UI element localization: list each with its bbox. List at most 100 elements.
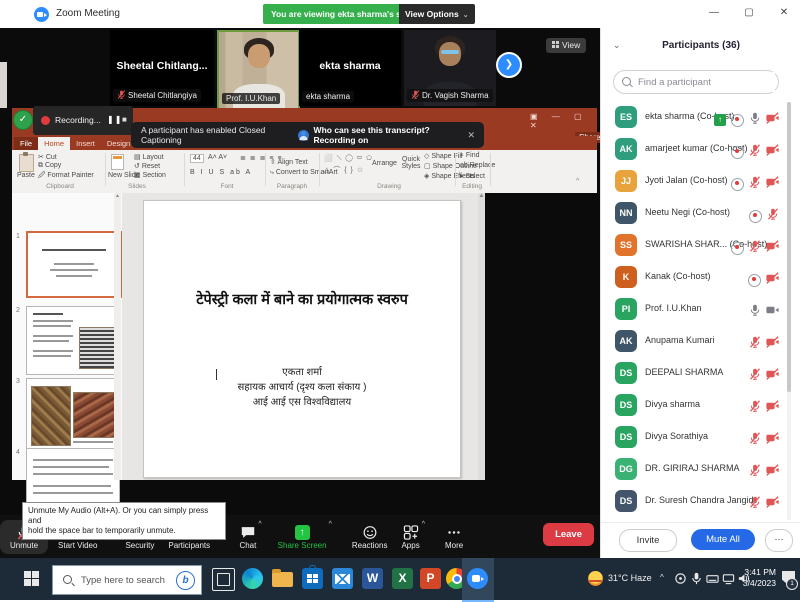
participant-row[interactable]: NNNeetu Negi (Co-host) [601,198,793,230]
excel-icon[interactable]: X [392,568,413,589]
weather-icon[interactable] [588,571,603,586]
taskbar-search[interactable]: b [52,565,202,595]
reactions-button[interactable]: Reactions [352,524,388,550]
muted-mic-icon[interactable] [749,495,761,513]
participant-row[interactable]: ESekta sharma (Co-host)↑ [601,102,793,134]
video-off-icon[interactable] [766,143,779,161]
video-off-icon[interactable] [766,495,779,513]
new-slide-button[interactable]: New Slide [108,172,130,179]
grow-shrink-font[interactable]: A˄ A˅ [208,154,227,161]
muted-mic-icon[interactable] [749,143,761,161]
slide-thumbnail-1[interactable] [26,231,122,298]
align-text-button[interactable]: ⇳ Align Text [270,158,308,166]
cut-button[interactable]: ✂ Cut [38,153,57,161]
ribbon-collapse-icon[interactable]: ^ [576,178,579,185]
keyboard-tray-icon[interactable] [706,572,719,585]
section-button[interactable]: ▦ Section [134,171,166,179]
weather-text[interactable]: 31°C Haze [608,573,652,583]
chevron-up-icon[interactable]: ^ [329,515,332,528]
paste-button[interactable]: Paste [17,172,35,179]
muted-mic-icon[interactable] [749,335,761,353]
toast-close-icon[interactable]: ✕ [467,130,475,141]
participant-row[interactable]: SSSWARISHA SHAR... (Co-host) [601,230,793,262]
recording-indicator[interactable]: Recording... ❚❚ ■ [33,106,133,135]
slide-scrollbar[interactable]: ▲ [478,193,485,480]
reset-button[interactable]: ↺ Reset [134,162,160,170]
shapes-gallery-row2[interactable]: △ ⌒ { } ☆ [324,165,364,175]
muted-mic-icon[interactable] [749,463,761,481]
powerpoint-icon[interactable]: P [420,568,441,589]
video-off-icon[interactable] [766,463,779,481]
video-off-icon[interactable] [766,335,779,353]
next-participants-arrow[interactable]: ❯ [496,52,522,78]
video-off-icon[interactable] [766,111,779,129]
video-tile[interactable]: Prof. I.U.Khan [217,30,300,110]
ppt-tab-file[interactable]: File [14,137,38,150]
video-off-icon[interactable] [766,175,779,193]
participant-row[interactable]: AKamarjeet kumar (Co-host) [601,134,793,166]
participant-row[interactable]: KKanak (Co-host) [601,262,793,294]
new-slide-icon[interactable] [111,154,124,170]
participant-row[interactable]: DGDR. GIRIRAJ SHARMA [601,454,793,486]
search-input[interactable] [636,72,775,92]
muted-mic-icon[interactable] [749,399,761,417]
invite-button[interactable]: Invite [619,529,677,552]
format-painter-button[interactable]: 🖉 Format Painter [38,171,94,182]
pause-recording-icon[interactable]: ❚❚ [107,115,122,124]
close-button[interactable]: ✕ [776,7,792,18]
more-options-button[interactable]: ⋯ [765,529,793,552]
ppt-tab-home[interactable]: Home [38,137,70,150]
layout-button[interactable]: ▤ Layout [134,153,164,161]
slide-thumbnail-3[interactable] [26,378,120,458]
view-button[interactable]: View [546,38,586,53]
arrange-button[interactable]: Arrange [372,160,397,167]
quick-styles-button[interactable]: Quick Styles [400,156,422,170]
muted-mic-icon[interactable] [767,207,779,225]
participant-row[interactable]: DSDivya sharma [601,390,793,422]
view-options-button[interactable]: View Options⌄ [399,4,475,24]
participant-row[interactable]: AKAnupama Kumari [601,326,793,358]
mail-icon[interactable] [332,568,353,589]
video-icon[interactable] [766,303,779,321]
maximize-button[interactable]: ▢ [741,7,757,18]
select-button[interactable]: ▸ Select [460,172,485,180]
chevron-up-icon[interactable]: ^ [258,515,261,528]
video-off-icon[interactable] [766,431,779,449]
slide-canvas[interactable]: टेपेस्ट्री कला में बाने का प्रयोगात्मक स… [143,200,461,478]
taskbar-search-input[interactable] [79,570,175,590]
video-tile[interactable]: Dr. Vagish Sharma [404,30,496,106]
muted-mic-icon[interactable] [749,175,761,193]
participant-search[interactable] [613,70,779,94]
participant-row[interactable]: DSDivya Sorathiya [601,422,793,454]
video-off-icon[interactable] [766,367,779,385]
apps-button[interactable]: Apps [401,524,419,550]
muted-mic-icon[interactable] [749,431,761,449]
copy-button[interactable]: ⧉ Copy [38,162,61,170]
minimize-button[interactable]: — [706,7,722,18]
more-button[interactable]: More [445,524,463,550]
font-size-box[interactable]: 44 [190,154,204,163]
start-button[interactable] [24,571,39,586]
muted-mic-icon[interactable] [749,367,761,385]
participants-scrollbar[interactable] [787,102,791,520]
thumbnail-scrollbar[interactable]: ▲ [114,193,121,480]
mic-icon[interactable] [749,303,761,321]
shapes-gallery-row1[interactable]: ⬜ ⟍ ◯ ▭ ⬠ [324,154,373,163]
store-icon[interactable] [302,568,323,589]
task-view-icon[interactable] [212,568,235,591]
chevron-up-icon[interactable]: ^ [422,515,425,528]
video-off-icon[interactable] [766,399,779,417]
font-format-buttons[interactable]: B I U S ab A [190,169,252,176]
video-tile[interactable]: Sheetal Chitlang...Sheetal Chitlangiya [110,30,214,106]
video-off-icon[interactable] [766,271,779,289]
video-tile[interactable]: ekta sharmaekta sharma [299,30,401,106]
ppt-tab-insert[interactable]: Insert [70,137,101,150]
file-explorer-icon[interactable] [272,572,293,587]
participant-row[interactable]: JJJyoti Jalan (Co-host) [601,166,793,198]
tray-expand-icon[interactable]: ^ [660,573,664,582]
update-tray-icon[interactable] [674,572,687,585]
video-off-icon[interactable] [766,239,779,257]
shape-fill-button[interactable]: ◇ Shape Fill [424,152,462,160]
chat-button[interactable]: Chat [239,524,256,550]
mic-tray-icon[interactable] [690,572,703,585]
